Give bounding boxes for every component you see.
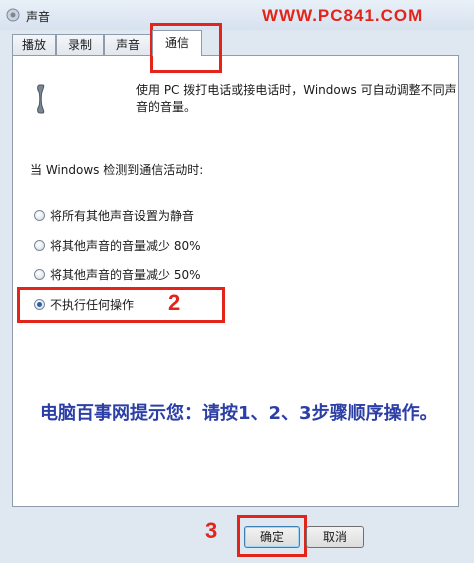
site-watermark: WWW.PC841.COM: [262, 6, 424, 25]
corner-logo-watermark: [370, 528, 470, 556]
phone-handset-icon: [37, 84, 45, 114]
tab-sounds[interactable]: 声音: [104, 34, 152, 55]
radio-button[interactable]: [34, 268, 45, 280]
instruction-hint: 电脑百事网提示您：请按1、2、3步骤顺序操作。: [40, 403, 438, 424]
section-label: 当 Windows 检测到通信活动时:: [30, 163, 204, 177]
cancel-button[interactable]: 取消: [306, 526, 364, 548]
tab-communications[interactable]: 通信: [152, 30, 202, 56]
window-title: 声音: [26, 10, 51, 24]
speaker-icon: [6, 8, 20, 22]
option-mute-all[interactable]: 将所有其他声音设置为静音: [34, 206, 194, 224]
tab-recording[interactable]: 录制: [56, 34, 104, 55]
radio-button[interactable]: [34, 209, 45, 221]
option-reduce-80[interactable]: 将其他声音的音量减少 80%: [34, 236, 201, 254]
step-marker-2: 2: [168, 290, 181, 315]
option-reduce-50[interactable]: 将其他声音的音量减少 50%: [34, 265, 201, 283]
communications-description: 使用 PC 拨打电话或接电话时，Windows 可自动调整不同声音的音量。: [136, 83, 457, 114]
ok-button[interactable]: 确定: [244, 526, 300, 548]
radio-button[interactable]: [34, 239, 45, 251]
annotation-box-option: [17, 287, 225, 323]
tab-playback[interactable]: 播放: [12, 34, 56, 55]
step-marker-3: 3: [205, 518, 218, 543]
